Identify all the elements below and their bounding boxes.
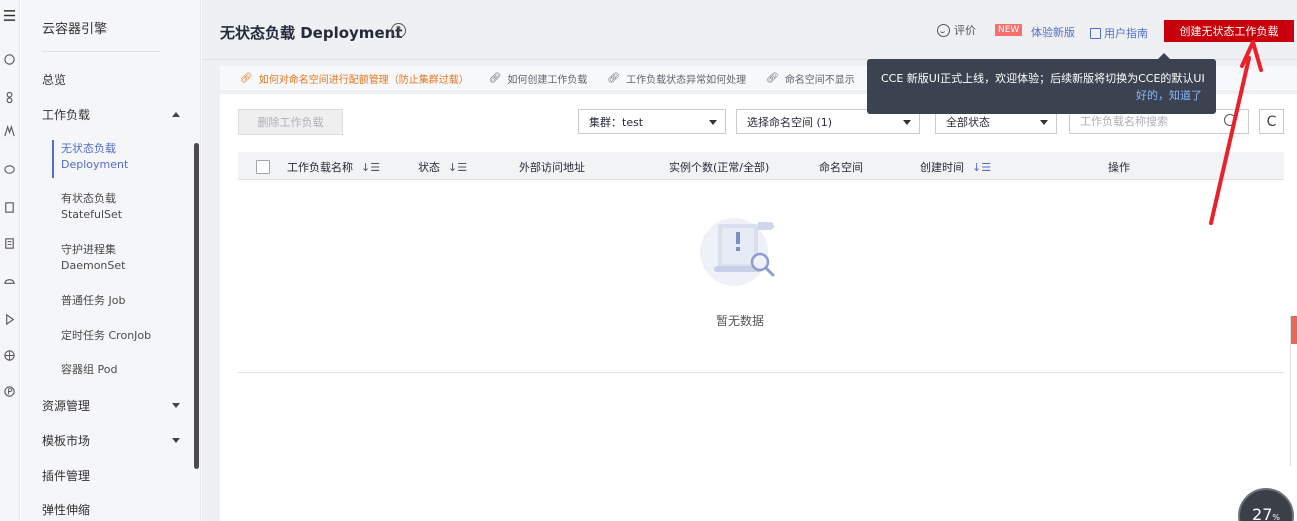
help-link-quota[interactable]: 🔗︎ 如何对命名空间进行配额管理（防止集群过载） (240, 71, 469, 86)
try-new-link[interactable]: 体验新版 (1031, 24, 1075, 40)
user-guide-link[interactable]: 用户指南 (1090, 25, 1148, 41)
sidebar-scrollbar[interactable] (194, 143, 199, 469)
link-icon: 🔗︎ (240, 72, 253, 84)
progress-value: 27 (1252, 505, 1273, 521)
globe-icon[interactable] (0, 346, 18, 364)
namespace-select-value: 选择命名空间 (1) (747, 115, 833, 129)
cluster-icon[interactable] (0, 122, 18, 140)
sidebar-subitem-label: 有状态负载 (61, 192, 116, 205)
link-icon: 🔗︎ (607, 72, 621, 84)
sidebar-subitem-deployment[interactable]: 无状态负载 Deployment (61, 141, 128, 173)
status-select-value: 全部状态 (946, 115, 990, 129)
chevron-down-icon (1040, 120, 1048, 125)
help-link-label: 命名空间不显示 (784, 74, 855, 86)
progress-unit: % (1272, 513, 1280, 521)
link-icon: 🔗︎ (488, 72, 502, 84)
cluster-select-value: 集群：test (589, 115, 644, 129)
deploy-icon[interactable] (0, 310, 18, 328)
page-title: 无状态负载 Deployment (220, 24, 403, 42)
sidebar-item-overview[interactable]: 总览 (42, 71, 66, 88)
sort-icon[interactable]: ↓☰ (361, 161, 380, 174)
column-status[interactable]: 状态 ↓☰ (418, 159, 467, 175)
create-deployment-button[interactable]: 创建无状态工作负载 (1164, 20, 1294, 42)
cluster-select[interactable]: 集群：test (578, 109, 726, 134)
search-icon[interactable] (1224, 114, 1236, 126)
sidebar-item-addons[interactable]: 插件管理 (42, 467, 90, 484)
billing-icon[interactable] (0, 382, 18, 400)
sidebar-subitem-job[interactable]: 普通任务 Job (61, 293, 125, 309)
sidebar-subitem-statefulset[interactable]: 有状态负载 StatefulSet (61, 191, 122, 223)
sidebar-subitem-label: DaemonSet (61, 259, 126, 272)
config-icon[interactable] (0, 234, 18, 252)
column-label: 创建时间 (920, 161, 964, 174)
sidebar-item-resources[interactable]: 资源管理 (42, 397, 90, 414)
app-root: 云容器引擎 总览 工作负载 无状态负载 Deployment 有状态负载 Sta… (0, 0, 1297, 521)
sidebar-subitem-daemonset[interactable]: 守护进程集 DaemonSet (61, 242, 125, 274)
help-link-label: 如何对命名空间进行配额管理（防止集群过载） (258, 74, 469, 86)
sidebar-subitem-cronjob[interactable]: 定时任务 CronJob (61, 328, 151, 344)
sort-icon[interactable]: ↓☰ (972, 161, 991, 174)
help-link-troubleshoot[interactable]: 🔗︎ 工作负载状态异常如何处理 (607, 71, 746, 86)
smile-icon (937, 23, 950, 37)
sidebar-item-templates[interactable]: 模板市场 (42, 432, 90, 449)
filter-icon[interactable]: ↓☰ (448, 161, 467, 174)
workload-panel: 删除工作负载 集群：test 选择命名空间 (1) 全部状态 C 工作负载名称 ↓… (220, 94, 1297, 521)
help-link-label: 工作负载状态异常如何处理 (626, 74, 747, 86)
sidebar-subitem-label: Deployment (61, 158, 129, 171)
column-label: 状态 (418, 161, 440, 174)
menu-icon[interactable] (0, 6, 18, 24)
brand-divider (42, 51, 160, 52)
chevron-down-icon[interactable] (172, 403, 180, 408)
side-nav: 云容器引擎 总览 工作负载 无状态负载 Deployment 有状态负载 Sta… (21, 0, 201, 521)
column-external-address: 外部访问地址 (519, 161, 585, 174)
column-created[interactable]: 创建时间 ↓☰ (920, 159, 991, 175)
sidebar-item-autoscaling[interactable]: 弹性伸缩 (42, 501, 90, 518)
document-icon[interactable] (0, 198, 18, 216)
refresh-button[interactable]: C (1259, 109, 1284, 134)
sidebar-subitem-label: 守护进程集 (61, 243, 116, 256)
help-link-create[interactable]: 🔗︎ 如何创建工作负载 (489, 71, 588, 86)
chevron-down-icon (903, 120, 911, 125)
table-divider (238, 372, 1284, 373)
column-actions: 操作 (1108, 161, 1130, 174)
link-icon: 🔗︎ (766, 72, 779, 84)
storage-icon[interactable] (0, 160, 18, 178)
nodes-icon[interactable] (0, 88, 18, 106)
new-ui-tooltip: CCE 新版UI正式上线，欢迎体验；后续新版将切换为CCE的默认UI 好的，知道… (867, 53, 1216, 114)
sidebar-subitem-label: 无状态负载 (61, 142, 116, 155)
sidebar-subitem-label: StatefulSet (61, 208, 123, 221)
rate-label: 评价 (954, 24, 976, 37)
sidebar-subitem-pod[interactable]: 容器组 Pod (61, 362, 117, 378)
sidebar-item-workloads[interactable]: 工作负载 (42, 106, 90, 123)
empty-state-text: 暂无数据 (715, 314, 764, 328)
chevron-down-icon (709, 120, 717, 125)
table-header: 工作负载名称 ↓☰ 状态 ↓☰ 外部访问地址 实例个数(正常/全部) 命名空间 创建… (238, 152, 1284, 180)
page-header: 无状态负载 Deployment ? 评价 NEW 体验新版 用户指南 创建无状… (202, 0, 1297, 60)
icon-rail (0, 0, 20, 521)
chevron-down-icon[interactable] (172, 438, 180, 443)
brand-title: 云容器引擎 (42, 22, 108, 37)
help-link-namespace[interactable]: 🔗︎ 命名空间不显示 (766, 71, 855, 86)
help-link-label: 如何创建工作负载 (507, 74, 588, 86)
rate-link[interactable]: 评价 (937, 22, 976, 38)
cloud-icon[interactable] (0, 50, 18, 68)
column-instances: 实例个数(正常/全部) (669, 161, 770, 174)
user-guide-label: 用户指南 (1104, 27, 1148, 40)
edit-icon (1090, 27, 1101, 39)
select-all-checkbox[interactable] (256, 160, 270, 174)
column-namespace: 命名空间 (819, 161, 863, 174)
empty-data-icon (700, 218, 775, 286)
floating-feedback-tab[interactable] (1290, 316, 1297, 466)
new-badge: NEW (995, 24, 1023, 36)
help-icon[interactable]: ? (391, 23, 406, 38)
tooltip-text: CCE 新版UI正式上线，欢迎体验；后续新版将切换为CCE的默认UI (881, 72, 1205, 85)
column-label: 工作负载名称 (287, 161, 353, 174)
chevron-up-icon[interactable] (172, 112, 180, 117)
column-name[interactable]: 工作负载名称 ↓☰ (287, 159, 380, 175)
tooltip-dismiss-link[interactable]: 好的，知道了 (1136, 87, 1202, 103)
network-icon[interactable] (0, 272, 18, 290)
delete-workload-button[interactable]: 删除工作负载 (238, 109, 343, 135)
active-indicator (52, 140, 54, 178)
